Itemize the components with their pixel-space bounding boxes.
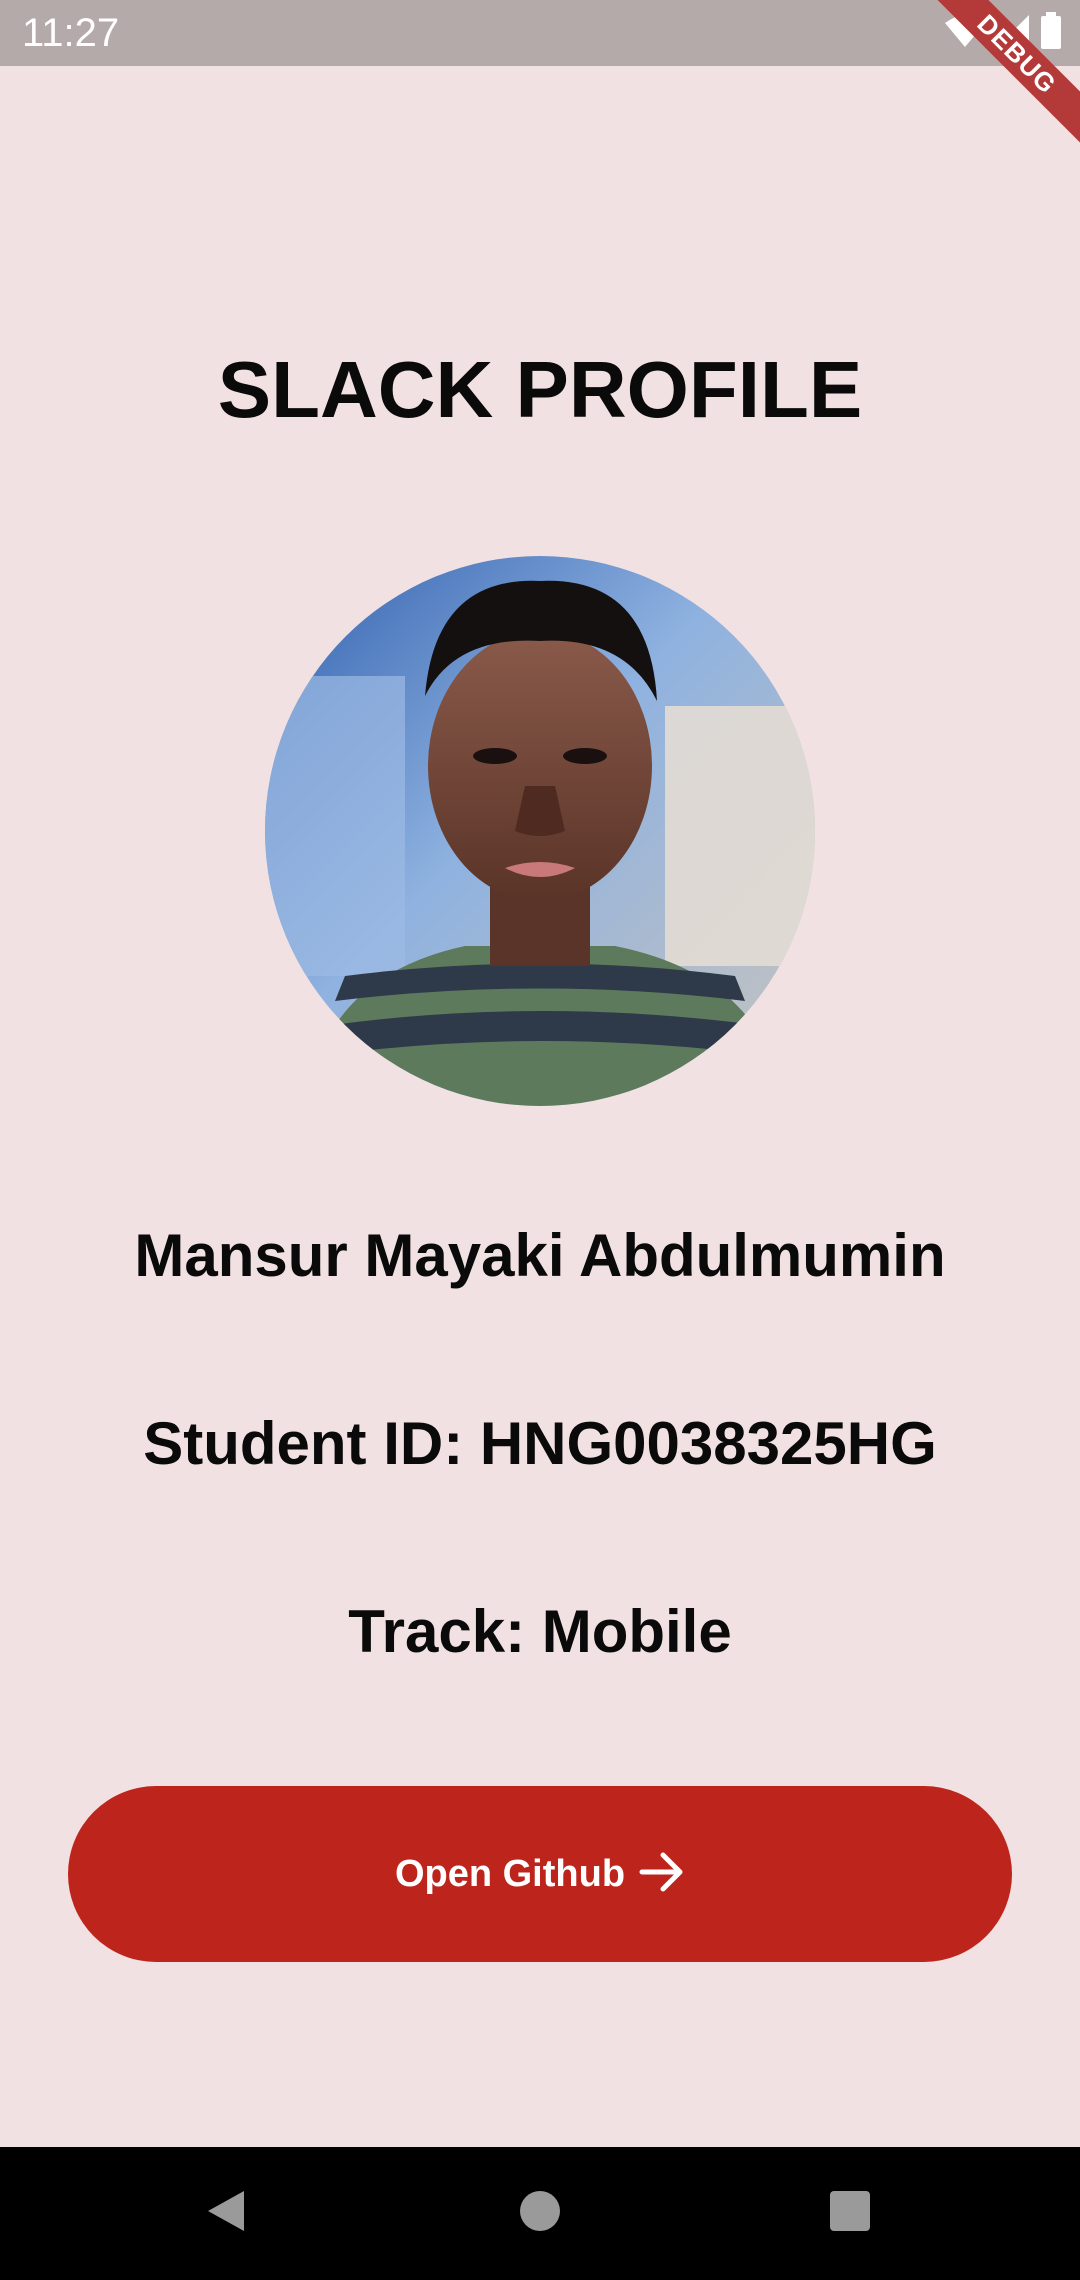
back-icon (206, 2189, 246, 2238)
home-icon (519, 2190, 561, 2237)
battery-icon (1040, 11, 1062, 55)
navigation-bar (0, 2147, 1080, 2280)
home-button[interactable] (500, 2173, 580, 2253)
recents-icon (829, 2190, 871, 2237)
avatar (265, 556, 815, 1106)
student-id: Student ID: HNG0038325HG (143, 1410, 937, 1477)
back-button[interactable] (186, 2173, 266, 2253)
app-screen: 11:27 DEBUG SLACK PROFILE Mansur Mayaki … (0, 0, 1080, 2280)
track: Track: Mobile (348, 1598, 732, 1665)
recents-button[interactable] (810, 2173, 890, 2253)
page-title: SLACK PROFILE (217, 345, 863, 434)
open-github-label: Open Github (394, 1852, 626, 1895)
user-name: Mansur Mayaki Abdulmumin (134, 1222, 946, 1289)
status-time: 11:27 (22, 11, 120, 55)
open-github-button[interactable]: Open Github (68, 1786, 1012, 1962)
status-bar: 11:27 (0, 0, 1080, 66)
arrow-right-icon (639, 1852, 685, 1897)
